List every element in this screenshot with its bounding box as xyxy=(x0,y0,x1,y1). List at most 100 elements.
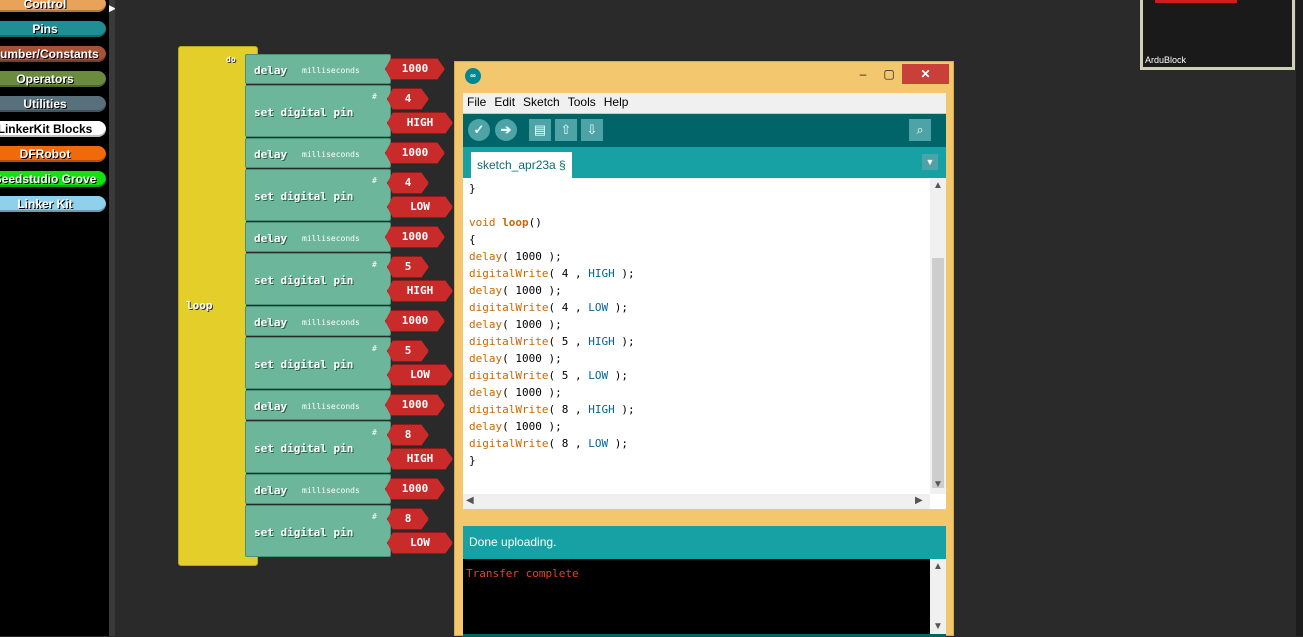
set-digital-pin-label: set digital pin xyxy=(254,274,354,287)
set-digital-pin-block[interactable]: set digital pin # xyxy=(245,337,391,389)
pin-number-value[interactable]: 8 xyxy=(387,508,429,530)
code-text[interactable]: } void loop() { delay( 1000 ); digitalWrite… xyxy=(469,180,635,469)
category-button[interactable]: DFRobot xyxy=(0,146,106,162)
do-label: do xyxy=(226,55,236,64)
mini-window-label: ArduBlock xyxy=(1145,55,1187,65)
code-line: digitalWrite( 5 , HIGH ); xyxy=(469,335,635,348)
minimize-button[interactable]: – xyxy=(849,64,877,84)
verify-icon[interactable]: ✓ xyxy=(468,119,490,141)
scroll-right-icon[interactable]: ▶ xyxy=(915,495,923,506)
right-edge xyxy=(1296,0,1303,636)
pin-hash-label: # xyxy=(372,512,377,521)
ardublock-mini-window[interactable]: ArduBlock xyxy=(1140,0,1295,70)
console-scroll-down-icon[interactable]: ▼ xyxy=(933,621,943,632)
scroll-left-icon[interactable]: ◀ xyxy=(466,495,474,506)
pin-state-value[interactable]: HIGH xyxy=(387,280,453,302)
set-digital-pin-block[interactable]: set digital pin # xyxy=(245,85,391,137)
save-icon[interactable]: ⇩ xyxy=(581,119,603,141)
code-line: digitalWrite( 4 , LOW ); xyxy=(469,301,628,314)
vertical-scrollbar[interactable]: ▲ ▼ xyxy=(930,178,946,494)
horizontal-scrollbar[interactable]: ◀ ▶ xyxy=(463,494,930,509)
milliseconds-label: milliseconds xyxy=(302,318,360,327)
menu-help[interactable]: Help xyxy=(600,93,633,109)
delay-value[interactable]: 1000 xyxy=(385,394,445,416)
close-button[interactable]: ✕ xyxy=(902,64,949,84)
code-line: } xyxy=(469,454,476,467)
console-scroll-up-icon[interactable]: ▲ xyxy=(933,561,943,572)
code-line: void loop() xyxy=(469,216,542,229)
delay-label: delay xyxy=(254,484,288,497)
tab-sketch[interactable]: sketch_apr23a § xyxy=(471,152,572,178)
delay-value[interactable]: 1000 xyxy=(385,226,445,248)
set-digital-pin-label: set digital pin xyxy=(254,526,354,539)
set-digital-pin-block[interactable]: set digital pin # xyxy=(245,253,391,305)
category-button[interactable]: Seedstudio Grove xyxy=(0,171,106,187)
pin-number-value[interactable]: 5 xyxy=(387,256,429,278)
delay-block[interactable]: delay milliseconds xyxy=(245,306,391,336)
pin-number-value[interactable]: 4 xyxy=(387,172,429,194)
maximize-button[interactable]: ▢ xyxy=(875,64,903,84)
milliseconds-label: milliseconds xyxy=(302,66,360,75)
serial-monitor-icon[interactable]: ⌕ xyxy=(909,119,931,141)
code-line: delay( 1000 ); xyxy=(469,284,562,297)
delay-label: delay xyxy=(254,316,288,329)
code-line: { xyxy=(469,233,476,246)
pin-hash-label: # xyxy=(372,176,377,185)
open-icon[interactable]: ⇧ xyxy=(555,119,577,141)
set-digital-pin-block[interactable]: set digital pin # xyxy=(245,169,391,221)
category-button[interactable]: Linker Kit xyxy=(0,196,106,212)
delay-value[interactable]: 1000 xyxy=(385,310,445,332)
menu-bar: File Edit Sketch Tools Help xyxy=(463,93,946,113)
ide-title-bar[interactable]: ∞ – ▢ ✕ xyxy=(455,62,953,90)
pin-state-value[interactable]: LOW xyxy=(387,532,453,554)
category-button[interactable]: Pins xyxy=(0,21,106,37)
delay-value[interactable]: 1000 xyxy=(385,58,445,80)
mini-progress-bar xyxy=(1155,0,1237,3)
pin-hash-label: # xyxy=(372,344,377,353)
console-text: Transfer complete xyxy=(466,567,579,580)
console-output: Transfer complete ▲ ▼ xyxy=(463,559,946,637)
pin-state-value[interactable]: LOW xyxy=(387,364,453,386)
code-line: delay( 1000 ); xyxy=(469,318,562,331)
upload-icon[interactable]: ➔ xyxy=(495,119,517,141)
pin-number-value[interactable]: 4 xyxy=(387,88,429,110)
delay-block[interactable]: delay milliseconds xyxy=(245,138,391,168)
new-file-icon[interactable]: ▤ xyxy=(529,119,551,141)
delay-block[interactable]: delay milliseconds xyxy=(245,390,391,420)
milliseconds-label: milliseconds xyxy=(302,150,360,159)
delay-block[interactable]: delay milliseconds xyxy=(245,222,391,252)
menu-sketch[interactable]: Sketch xyxy=(519,93,564,109)
delay-label: delay xyxy=(254,64,288,77)
set-digital-pin-label: set digital pin xyxy=(254,442,354,455)
category-button[interactable]: LinkerKit Blocks xyxy=(0,121,106,137)
console-scrollbar[interactable]: ▲ ▼ xyxy=(930,559,946,637)
block-category-panel: Control Pins Number/Constants Operators Util… xyxy=(0,0,109,636)
delay-block[interactable]: delay milliseconds xyxy=(245,474,391,504)
pin-number-value[interactable]: 8 xyxy=(387,424,429,446)
vertical-scroll-thumb[interactable] xyxy=(932,258,944,488)
category-button[interactable]: Control xyxy=(0,0,106,12)
pin-hash-label: # xyxy=(372,428,377,437)
set-digital-pin-block[interactable]: set digital pin # xyxy=(245,421,391,473)
ide-toolbar: ✓ ➔ ▤ ⇧ ⇩ ⌕ xyxy=(463,114,946,147)
pin-state-value[interactable]: LOW xyxy=(387,196,453,218)
scroll-up-icon[interactable]: ▲ xyxy=(933,180,943,191)
set-digital-pin-block[interactable]: set digital pin # xyxy=(245,505,391,557)
menu-tools[interactable]: Tools xyxy=(564,93,600,109)
pin-state-value[interactable]: HIGH xyxy=(387,112,453,134)
delay-value[interactable]: 1000 xyxy=(385,478,445,500)
set-digital-pin-label: set digital pin xyxy=(254,106,354,119)
delay-value[interactable]: 1000 xyxy=(385,142,445,164)
pin-number-value[interactable]: 5 xyxy=(387,340,429,362)
milliseconds-label: milliseconds xyxy=(302,402,360,411)
category-button[interactable]: Utilities xyxy=(0,96,106,112)
menu-edit[interactable]: Edit xyxy=(490,93,519,109)
code-editor[interactable]: } void loop() { delay( 1000 ); digitalWrite… xyxy=(463,178,946,509)
category-button[interactable]: Number/Constants xyxy=(0,46,106,62)
category-button[interactable]: Operators xyxy=(0,71,106,87)
menu-file[interactable]: File xyxy=(463,93,490,109)
scroll-down-icon[interactable]: ▼ xyxy=(933,479,943,490)
delay-block[interactable]: delay milliseconds xyxy=(245,54,391,84)
tab-menu-chevron-down-icon[interactable]: ▼ xyxy=(922,154,938,170)
pin-state-value[interactable]: HIGH xyxy=(387,448,453,470)
